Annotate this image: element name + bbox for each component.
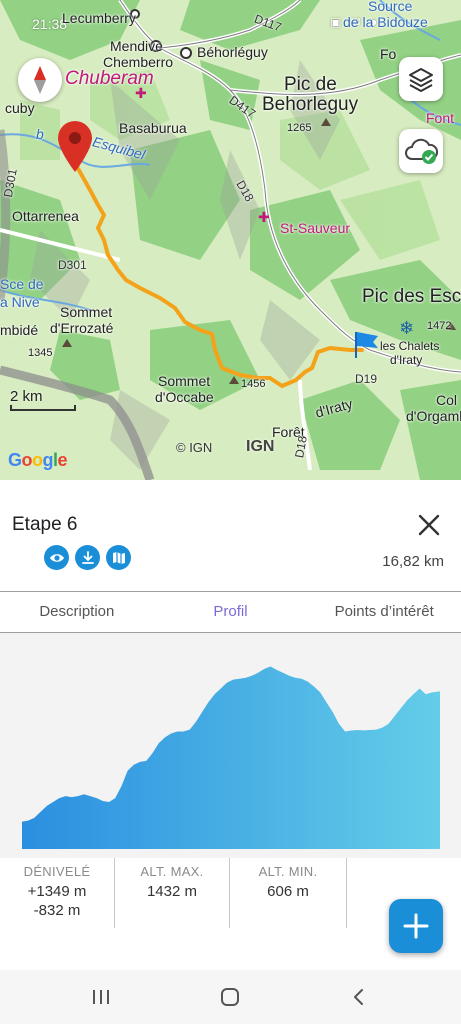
google-logo: Google [8, 450, 68, 470]
back-button[interactable] [344, 982, 374, 1012]
map-label: Sommet [60, 304, 113, 320]
svg-text:❄: ❄ [399, 318, 414, 339]
map-label: b [36, 126, 44, 142]
tab-profil[interactable]: Profil [154, 592, 308, 632]
stat-alt-min: ALT. MIN. 606 m [230, 858, 347, 928]
map-label: Font [426, 110, 455, 126]
map-label: St-Sauveur [280, 220, 351, 236]
cloud-check-icon [405, 138, 438, 164]
action-buttons [44, 545, 131, 570]
offline-button[interactable] [399, 129, 443, 173]
map-label: 1472 [427, 320, 452, 332]
map-label: Béhorléguy [197, 44, 268, 60]
map-label: Col [436, 392, 458, 408]
elevation-chart [22, 666, 440, 849]
recents-icon [93, 990, 109, 1004]
map-label: D19 [355, 372, 378, 386]
scale-label: 2 km [10, 388, 43, 405]
stat-denivele: DÉNIVELÉ +1349 m -832 m [0, 858, 115, 928]
map-label: Sommet [158, 373, 211, 389]
close-button[interactable] [416, 512, 442, 538]
map-label: cuby [5, 100, 35, 116]
stat-value: 1432 m [146, 883, 198, 900]
map-label: mbidé [0, 322, 39, 338]
map-label: d'Occabe [155, 389, 214, 405]
map-label: d'Iraty [390, 353, 423, 367]
map-label: d'Errozaté [50, 320, 114, 336]
plus-icon [403, 913, 429, 939]
map-label: a Nive [0, 294, 40, 310]
map-icon [112, 551, 125, 564]
layers-icon [409, 68, 433, 92]
eye-icon [49, 553, 64, 562]
map-label: Basaburua [119, 120, 187, 136]
tab-points-interet[interactable]: Points d’intérêt [307, 592, 461, 632]
map-label: Pic des Esc [362, 286, 461, 307]
map-label: Chuberam [65, 68, 154, 89]
compass-icon [34, 66, 46, 94]
svg-text:✚: ✚ [258, 210, 270, 226]
recents-button[interactable] [86, 982, 116, 1012]
download-button[interactable] [75, 545, 100, 570]
stat-value: 606 m [267, 883, 309, 900]
map-button[interactable] [106, 545, 131, 570]
route-distance: 16,82 km [382, 553, 444, 570]
compass-button[interactable] [18, 58, 62, 102]
layers-button[interactable] [399, 57, 443, 101]
map-label: D301 [58, 258, 87, 272]
system-nav-bar [0, 970, 461, 1024]
stage-title: Etape 6 [12, 514, 78, 535]
map-label: 1345 [28, 347, 53, 359]
elevation-profile [0, 633, 461, 858]
map-label: 1456 [241, 378, 266, 390]
ign-logo: IGN [246, 438, 275, 455]
stat-value: +1349 m [27, 883, 87, 900]
download-icon [81, 550, 94, 564]
home-button[interactable] [215, 982, 245, 1012]
ign-attribution: © IGN [176, 440, 213, 455]
close-icon [418, 514, 440, 536]
stat-label: ALT. MIN. [258, 864, 318, 879]
map-label: d'Orgambi [406, 408, 461, 424]
tab-description[interactable]: Description [0, 592, 154, 632]
map-label: Sce de [0, 276, 44, 292]
map-label: Ottarrenea [12, 208, 79, 224]
map-label: Fo [380, 46, 397, 62]
scale-bar [10, 405, 76, 411]
stat-value: -832 m [33, 902, 81, 919]
map-label: Pic de [284, 74, 337, 95]
map-label: Source [368, 0, 413, 14]
view-button[interactable] [44, 545, 69, 570]
map-label: Mendive [110, 38, 163, 54]
tab-bar: Description Profil Points d’intérêt [0, 591, 461, 633]
stat-label: DÉNIVELÉ [23, 864, 91, 879]
back-icon [354, 989, 363, 1005]
stat-label: ALT. MAX. [140, 864, 204, 879]
home-icon [221, 988, 239, 1006]
add-button[interactable] [389, 899, 443, 953]
map-label: Lecumberry [62, 10, 136, 26]
map-view[interactable]: ❄ ✚ ✚ 21:38 ▣ ✉ ● Lecumberry Mendive Che… [0, 0, 461, 480]
map-label: Behorleguy [262, 94, 359, 115]
map-label: 1265 [287, 122, 312, 134]
map-label: de la Bidouze [343, 14, 428, 30]
map-label: les Chalets [380, 339, 440, 353]
stat-alt-max: ALT. MAX. 1432 m [115, 858, 230, 928]
elevation-area [22, 666, 440, 849]
map-scale: 2 km [10, 388, 78, 411]
